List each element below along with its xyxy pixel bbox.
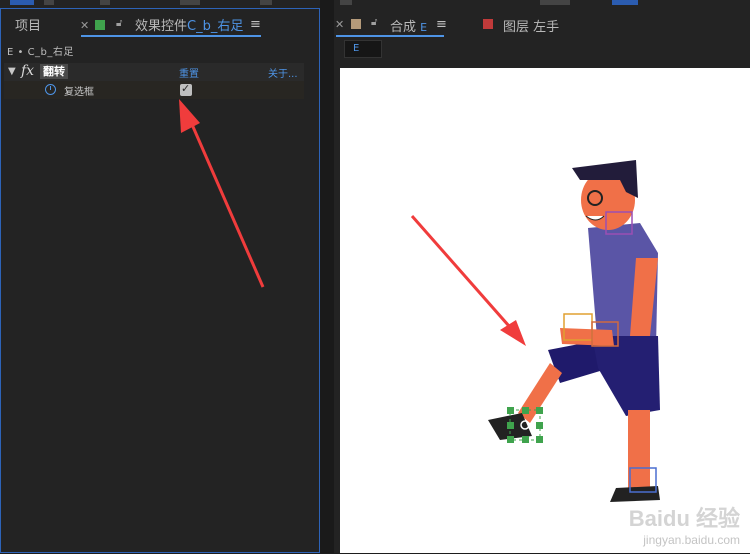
back-arm [560,328,614,346]
composition-canvas[interactable]: Baidu 经验 jingyan.baidu.com [340,68,750,553]
panel-divider [320,0,334,553]
effect-row-flip[interactable]: ▼ fx 翻转 重置 关于... [4,63,304,81]
snapping-icon[interactable] [540,0,570,5]
active-tab-indicator [81,35,261,37]
composition-tab-name: E [420,21,428,34]
tab-layer[interactable]: 图层 左手 [503,16,559,35]
composition-tab-label: 合成 [390,20,417,35]
tab-project[interactable]: 项目 [15,15,41,34]
watermark: Baidu 经验 jingyan.baidu.com [629,501,740,547]
lock-icon[interactable]: 🔓︎ [371,17,377,28]
workspace-icon[interactable] [612,0,638,5]
annotation-arrow-head [500,320,526,346]
tab-effect-controls[interactable]: 效果控件C_b_右足 [135,15,243,34]
checkbox-control[interactable] [180,82,192,96]
panel-menu-icon[interactable]: ≡ [250,17,261,32]
label-color-icon [95,20,105,30]
active-tab-indicator [336,35,444,37]
pen-tool-icon[interactable] [260,0,272,5]
fx-toggle-icon[interactable]: fx [21,63,34,79]
standing-shin [628,410,650,492]
comp-color-icon [351,19,361,29]
watermark-main: Baidu 经验 [628,506,740,531]
lock-icon[interactable]: 🔓︎ [116,18,122,29]
watermark-sub: jingyan.baidu.com [643,533,740,547]
top-toolbar [0,0,750,8]
shorts [592,336,660,416]
character-artwork [410,160,660,502]
reset-link[interactable]: 重置 [179,65,199,80]
effect-controls-panel: 项目 ✕ 🔓︎ 效果控件C_b_右足 ≡ E • C_b_右足 ▼ fx 翻转 … [0,8,320,553]
effect-name[interactable]: 翻转 [40,64,68,79]
hand-tool-icon[interactable] [44,0,54,5]
annotation-arrow-right [410,215,518,335]
left-tabbar: 项目 ✕ 🔓︎ 效果控件C_b_右足 ≡ [1,9,319,37]
comp-name-field[interactable]: E [344,40,382,58]
camera-tool-icon[interactable] [100,0,110,5]
tab-composition[interactable]: 合成 E [390,16,427,35]
stopwatch-icon[interactable] [45,84,56,95]
text-tool-icon[interactable] [340,0,352,5]
composition-panel: ✕ 🔓︎ 合成 E ≡ 图层 左手 E Baidu 经验 jingyan.bai… [334,8,750,553]
effect-controls-layer-name: C_b_右足 [187,19,244,34]
breadcrumb: E • C_b_右足 [7,47,74,58]
standing-shoe [610,486,660,502]
about-link[interactable]: 关于... [268,65,298,80]
panel-menu-icon[interactable]: ≡ [436,17,447,32]
selection-tool-icon[interactable] [10,0,34,5]
shape-tool-icon[interactable] [180,0,200,5]
checkbox-property-label: 复选框 [64,87,94,98]
close-icon[interactable]: ✕ [335,18,344,31]
effect-controls-tab-label: 效果控件 [135,19,188,34]
property-row-checkbox: 复选框 [4,81,304,99]
layer-color-icon [483,19,493,29]
close-icon[interactable]: ✕ [80,19,89,32]
expand-triangle-icon[interactable]: ▼ [8,66,16,77]
